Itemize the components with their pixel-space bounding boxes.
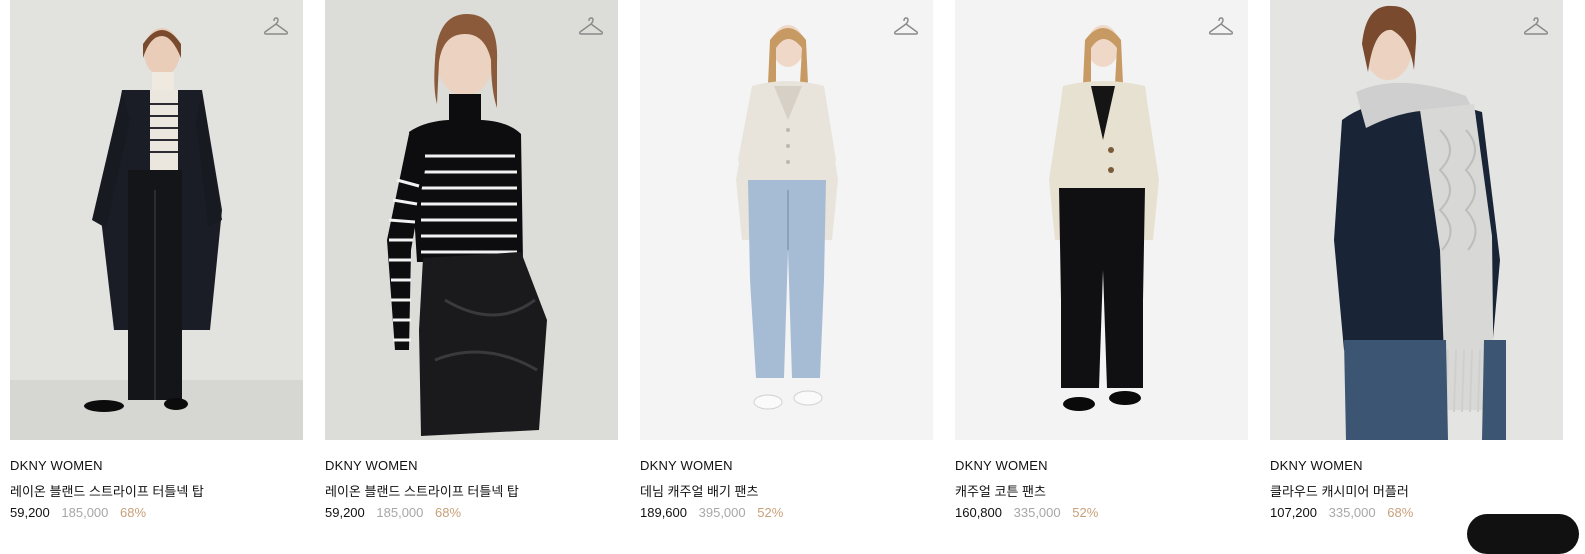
product-card[interactable]: DKNY WOMEN 클라우드 캐시미어 머플러 107,200 335,000… — [1270, 0, 1563, 536]
sale-price: 189,600 — [640, 505, 687, 520]
product-image[interactable] — [1270, 0, 1563, 440]
price-row: 189,600 395,000 52% — [640, 505, 783, 520]
original-price: 395,000 — [699, 505, 746, 520]
brand-name[interactable]: DKNY WOMEN — [10, 458, 103, 473]
product-title[interactable]: 캐주얼 코튼 팬츠 — [955, 481, 1046, 500]
floating-action-button[interactable] — [1467, 514, 1579, 554]
sale-price: 160,800 — [955, 505, 1002, 520]
model-photo — [640, 0, 933, 440]
sale-price: 59,200 — [325, 505, 365, 520]
brand-name[interactable]: DKNY WOMEN — [1270, 458, 1363, 473]
product-title[interactable]: 데님 캐주얼 배기 팬츠 — [640, 481, 758, 500]
hanger-icon[interactable] — [893, 16, 919, 38]
hanger-icon[interactable] — [1208, 16, 1234, 38]
product-grid: DKNY WOMEN 레이온 블랜드 스트라이프 터틀넥 탑 59,200 18… — [10, 0, 1563, 536]
model-photo — [955, 0, 1248, 440]
hanger-icon[interactable] — [1523, 16, 1549, 38]
price-row: 59,200 185,000 68% — [10, 505, 146, 520]
discount-rate: 52% — [1072, 505, 1098, 520]
discount-rate: 52% — [757, 505, 783, 520]
model-photo — [1270, 0, 1563, 440]
original-price: 335,000 — [1329, 505, 1376, 520]
product-title[interactable]: 레이온 블랜드 스트라이프 터틀넥 탑 — [10, 481, 204, 500]
discount-rate: 68% — [1387, 505, 1413, 520]
price-row: 160,800 335,000 52% — [955, 505, 1098, 520]
product-card[interactable]: DKNY WOMEN 레이온 블랜드 스트라이프 터틀넥 탑 59,200 18… — [10, 0, 303, 536]
product-image[interactable] — [325, 0, 618, 440]
product-image[interactable] — [10, 0, 303, 440]
model-photo — [10, 0, 303, 440]
product-card[interactable]: DKNY WOMEN 캐주얼 코튼 팬츠 160,800 335,000 52% — [955, 0, 1248, 536]
original-price: 185,000 — [376, 505, 423, 520]
price-row: 59,200 185,000 68% — [325, 505, 461, 520]
price-row: 107,200 335,000 68% — [1270, 505, 1413, 520]
model-photo — [325, 0, 618, 440]
product-card[interactable]: DKNY WOMEN 데님 캐주얼 배기 팬츠 189,600 395,000 … — [640, 0, 933, 536]
product-image[interactable] — [640, 0, 933, 440]
discount-rate: 68% — [120, 505, 146, 520]
sale-price: 107,200 — [1270, 505, 1317, 520]
product-card[interactable]: DKNY WOMEN 레이온 블랜드 스트라이프 터틀넥 탑 59,200 18… — [325, 0, 618, 536]
product-image[interactable] — [955, 0, 1248, 440]
original-price: 335,000 — [1014, 505, 1061, 520]
sale-price: 59,200 — [10, 505, 50, 520]
hanger-icon[interactable] — [263, 16, 289, 38]
brand-name[interactable]: DKNY WOMEN — [640, 458, 733, 473]
hanger-icon[interactable] — [578, 16, 604, 38]
discount-rate: 68% — [435, 505, 461, 520]
product-title[interactable]: 클라우드 캐시미어 머플러 — [1270, 481, 1409, 500]
brand-name[interactable]: DKNY WOMEN — [325, 458, 418, 473]
brand-name[interactable]: DKNY WOMEN — [955, 458, 1048, 473]
product-title[interactable]: 레이온 블랜드 스트라이프 터틀넥 탑 — [325, 481, 519, 500]
original-price: 185,000 — [61, 505, 108, 520]
